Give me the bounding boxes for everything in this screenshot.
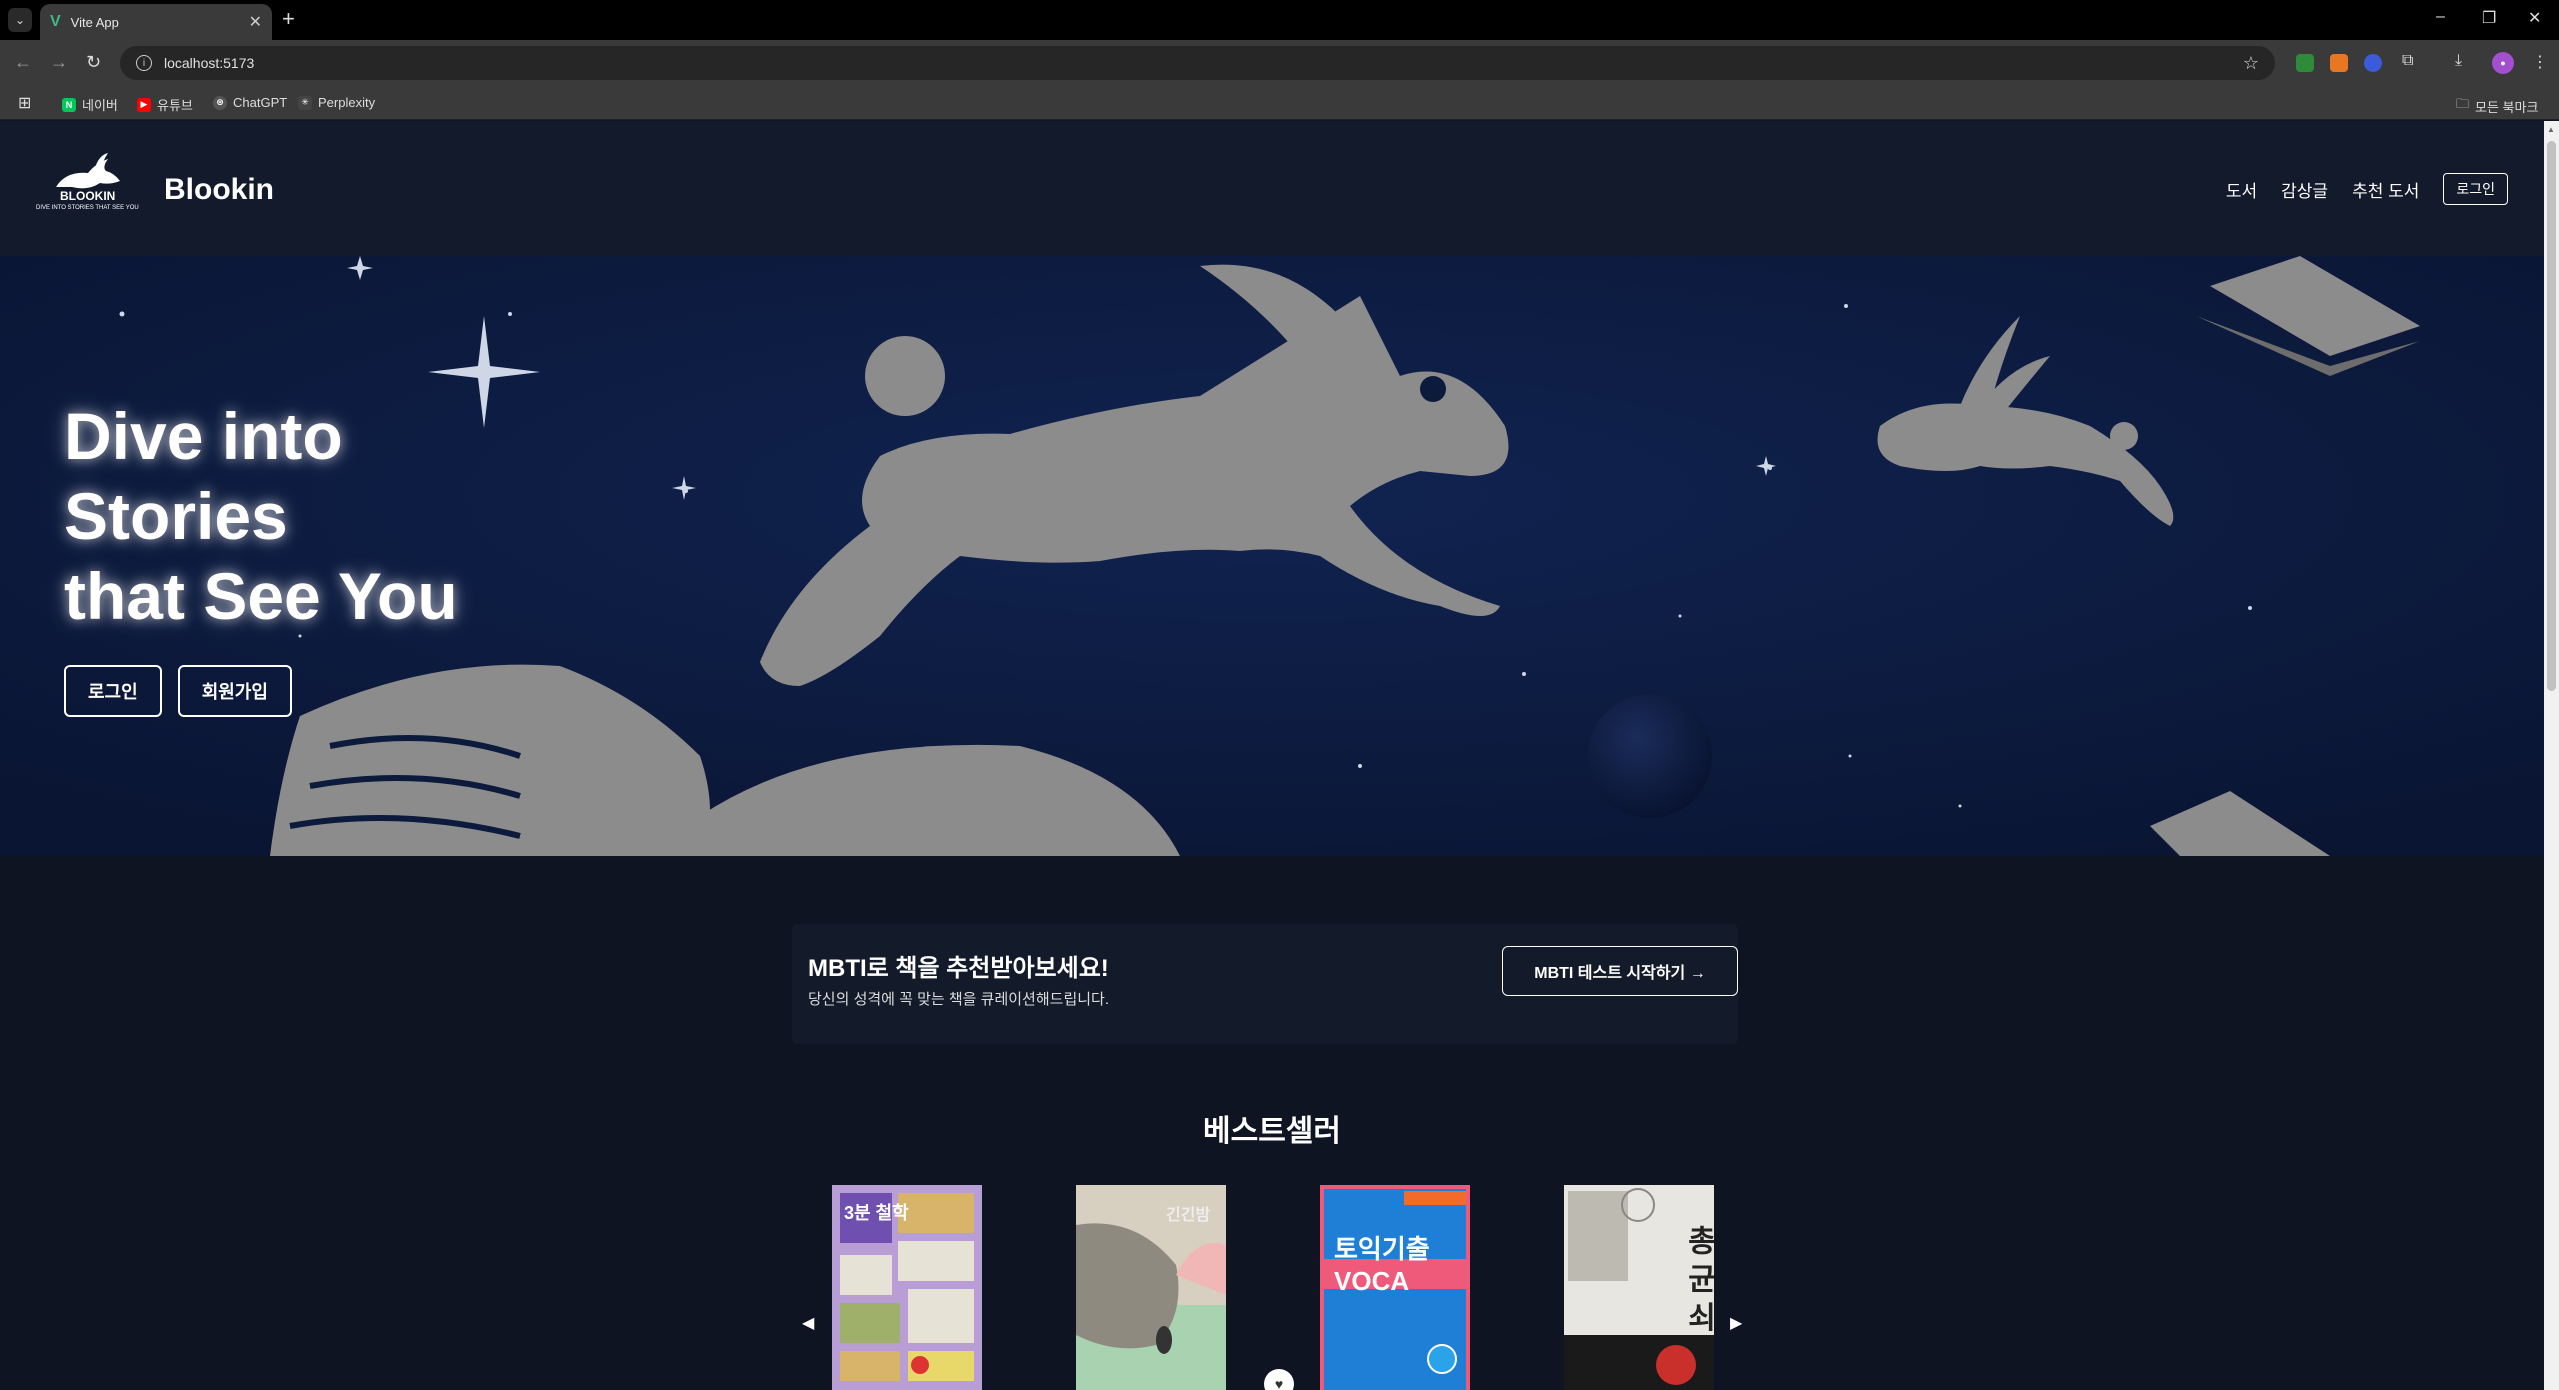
chatgpt-icon: ⊛ xyxy=(213,95,227,110)
minimize-icon[interactable]: – xyxy=(2436,8,2445,26)
perplexity-icon: ✳ xyxy=(298,95,312,110)
bookmark-label: Perplexity xyxy=(318,95,376,110)
bookmark-label: ChatGPT xyxy=(233,95,288,110)
tab-title: Vite App xyxy=(70,14,119,30)
bookmark-label: 유튜브 xyxy=(157,98,193,113)
youtube-icon: ▶ xyxy=(137,97,151,112)
close-window-icon[interactable]: ✕ xyxy=(2528,8,2541,28)
browser-tab[interactable]: V Vite App ✕ xyxy=(40,4,272,40)
hero-banner: Dive into Stories that See You 로그인 회원가입 xyxy=(0,256,2544,856)
book-cover-title: 토익기출 VOCA xyxy=(1334,1234,1430,1296)
all-bookmarks-label: 모든 북마크 xyxy=(2475,99,2539,115)
mbti-title: MBTI로 책을 추천받아보세요! xyxy=(808,955,1109,982)
bookmark-label: 네이버 xyxy=(82,98,118,113)
nav-books[interactable]: 도서 xyxy=(2226,177,2257,202)
book-cover-title: 긴긴밤 xyxy=(1166,1207,1211,1224)
book-cover[interactable]: 토익기출 VOCA xyxy=(1320,1185,1470,1390)
book-cover-title: 총 균 쇠 xyxy=(1682,1225,1714,1332)
scrollbar-thumb[interactable] xyxy=(2547,141,2556,691)
page-scrollbar[interactable]: ▲ xyxy=(2544,121,2559,1390)
url-text: localhost:5173 xyxy=(164,55,255,71)
browser-tab-bar: ⌄ V Vite App ✕ + – ❐ ✕ xyxy=(0,0,2559,40)
site-header: BLOOKIN DIVE INTO STORIES THAT SEE YOU B… xyxy=(0,121,2544,256)
bookmark-perplexity[interactable]: ✳ Perplexity xyxy=(298,95,375,110)
book-cover-title: 3분 철학 xyxy=(844,1203,909,1223)
extension-green-icon[interactable] xyxy=(2296,54,2314,72)
hero-title-line: Stories xyxy=(64,479,288,553)
web-page: BLOOKIN DIVE INTO STORIES THAT SEE YOU B… xyxy=(0,121,2544,1390)
address-bar[interactable]: i localhost:5173 ☆ xyxy=(120,46,2275,80)
hero-title: Dive into Stories that See You xyxy=(64,396,458,636)
carousel-next-icon[interactable]: ▶ xyxy=(1730,1313,1742,1333)
carousel-prev-icon[interactable]: ◀ xyxy=(802,1313,814,1333)
mbti-subtitle: 당신의 성격에 꼭 맞는 책을 큐레이션해드립니다. xyxy=(808,991,1110,1008)
bestseller-heading: 베스트셀러 xyxy=(1203,1115,1341,1148)
forward-icon[interactable]: → xyxy=(50,52,68,73)
logo-wordmark: BLOOKIN xyxy=(60,189,116,203)
hero-title-line: that See You xyxy=(64,559,458,633)
main-nav: 도서 감상글 추천 도서 로그인 xyxy=(2226,173,2508,205)
scroll-up-icon[interactable]: ▲ xyxy=(2547,125,2555,134)
extensions-puzzle-icon[interactable]: ⧉ xyxy=(2402,52,2413,70)
hero-login-button[interactable]: 로그인 xyxy=(64,665,162,717)
favorite-badge-icon[interactable]: ♥ xyxy=(1264,1369,1294,1390)
site-info-icon[interactable]: i xyxy=(136,55,152,71)
extension-shield-icon[interactable] xyxy=(2364,54,2382,72)
bookmarks-bar: N 네이버 ▶ 유튜브 ⊛ ChatGPT ✳ Perplexity 🗀 모든 … xyxy=(0,86,2559,120)
more-menu-icon[interactable]: ⋮ xyxy=(2532,52,2548,72)
hero-signup-button[interactable]: 회원가입 xyxy=(177,665,292,717)
close-tab-icon[interactable]: ✕ xyxy=(249,12,262,32)
hero-title-line: Dive into xyxy=(64,399,343,473)
site-logo[interactable]: BLOOKIN DIVE INTO STORIES THAT SEE YOU xyxy=(36,153,140,217)
bookmark-naver[interactable]: N 네이버 xyxy=(62,95,118,114)
book-cover[interactable]: 총 균 쇠 xyxy=(1564,1185,1714,1390)
book-cover[interactable]: 긴긴밤 xyxy=(1076,1185,1226,1390)
all-bookmarks-folder[interactable]: 🗀 모든 북마크 xyxy=(2456,95,2538,117)
mbti-start-button[interactable]: MBTI 테스트 시작하기 → xyxy=(1502,946,1738,996)
reload-icon[interactable]: ↻ xyxy=(86,52,101,73)
rabbit-logo-icon xyxy=(56,153,120,189)
hero-actions: 로그인 회원가입 xyxy=(64,665,292,717)
profile-avatar[interactable]: ● xyxy=(2492,52,2514,74)
logo-tagline: DIVE INTO STORIES THAT SEE YOU xyxy=(36,205,139,211)
naver-icon: N xyxy=(62,97,76,112)
bookmark-star-icon[interactable]: ☆ xyxy=(2243,53,2259,74)
browser-toolbar: ← → ↻ i localhost:5173 ☆ ⧉ ⤓ ● ⋮ xyxy=(0,40,2559,86)
brand-name[interactable]: Blookin xyxy=(164,173,274,207)
bookmark-chatgpt[interactable]: ⊛ ChatGPT xyxy=(213,95,287,110)
back-icon[interactable]: ← xyxy=(14,52,32,73)
extension-orange-icon[interactable] xyxy=(2330,54,2348,72)
header-login-button[interactable]: 로그인 xyxy=(2443,173,2508,205)
book-cover[interactable]: 3분 철학 xyxy=(832,1185,982,1390)
new-tab-icon[interactable]: + xyxy=(282,8,295,30)
vite-favicon-icon: V xyxy=(50,13,61,30)
download-icon[interactable]: ⤓ xyxy=(2455,52,2462,70)
restore-icon[interactable]: ❐ xyxy=(2482,8,2496,28)
tab-search-icon[interactable]: ⌄ xyxy=(8,8,32,32)
mbti-promo-card: MBTI로 책을 추천받아보세요! 당신의 성격에 꼭 맞는 책을 큐레이션해드… xyxy=(792,924,1738,1044)
nav-recommended[interactable]: 추천 도서 xyxy=(2352,177,2419,202)
folder-icon: 🗀 xyxy=(2456,96,2470,111)
nav-reviews[interactable]: 감상글 xyxy=(2281,177,2328,202)
bookmark-youtube[interactable]: ▶ 유튜브 xyxy=(137,95,193,114)
apps-grid-icon[interactable]: ⊞ xyxy=(18,93,31,113)
